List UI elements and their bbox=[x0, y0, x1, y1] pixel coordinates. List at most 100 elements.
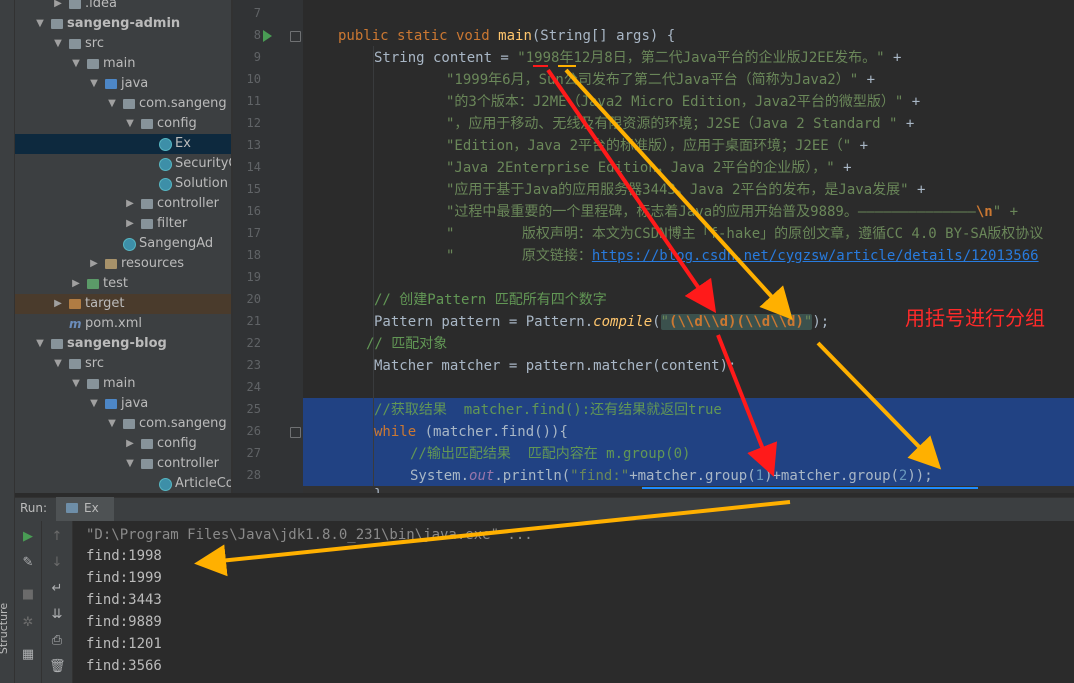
package-icon bbox=[141, 199, 153, 209]
chevron-down-icon[interactable]: ▼ bbox=[125, 114, 135, 134]
tree-item[interactable]: ▼ main bbox=[15, 54, 231, 74]
code-line-10: "1999年6月，Sun公司发布了第二代Java平台（简称为Java2）" + bbox=[446, 72, 876, 88]
line-number: 24 bbox=[246, 380, 261, 394]
arrow-up-icon[interactable]: ↑ bbox=[49, 529, 65, 545]
code-line-18: " 原文链接：https://blog.csdn.net/cygzsw/arti… bbox=[446, 248, 1039, 264]
structure-tool-tab[interactable]: Structure bbox=[0, 600, 14, 660]
code-line-12: "，应用于移动、无线及有限资源的环境；J2SE（Java 2 Standard … bbox=[446, 116, 915, 132]
console-toolbar: ↑ ↓ ↵ ⇊ ⎙ 🗑 bbox=[42, 521, 73, 683]
tree-item[interactable]: ▼ com.sangeng bbox=[15, 414, 231, 434]
arrow-down-icon[interactable]: ↓ bbox=[49, 555, 65, 571]
tree-item[interactable]: Ex bbox=[15, 134, 231, 154]
tree-item[interactable]: ▶ controller bbox=[15, 194, 231, 214]
trash-icon[interactable]: 🗑 bbox=[49, 659, 66, 675]
chevron-right-icon[interactable]: ▶ bbox=[53, 0, 63, 14]
chevron-down-icon[interactable]: ▼ bbox=[35, 14, 45, 34]
chevron-down-icon[interactable]: ▼ bbox=[35, 334, 45, 354]
code-line-21: Pattern pattern = Pattern.compile("(\\d\… bbox=[374, 314, 830, 330]
line-number: 13 bbox=[246, 138, 261, 152]
tree-item[interactable]: ▼ src bbox=[15, 354, 231, 374]
chevron-down-icon[interactable]: ▼ bbox=[89, 394, 99, 414]
tree-item[interactable]: ArticleCo bbox=[15, 474, 231, 493]
tree-item[interactable]: ▼ controller bbox=[15, 454, 231, 474]
tree-item[interactable]: ▶ resources bbox=[15, 254, 231, 274]
tree-item-label: Ex bbox=[175, 136, 191, 151]
tree-item[interactable]: SangengAd bbox=[15, 234, 231, 254]
stop-icon[interactable]: ■ bbox=[20, 587, 36, 603]
tree-item[interactable]: Solution bbox=[15, 174, 231, 194]
editor-gutter[interactable]: 7 8 9 10 11 12 13 14 15 16 17 18 19 20 21 22 23 24 25 26 27 2… bbox=[233, 0, 303, 493]
run-config-icon bbox=[66, 503, 78, 513]
left-tool-strip bbox=[0, 0, 15, 683]
chevron-down-icon[interactable]: ▼ bbox=[125, 454, 135, 474]
wrench-icon[interactable]: ✎ bbox=[20, 555, 36, 571]
fold-marker-icon[interactable] bbox=[290, 427, 301, 438]
run-main-icon[interactable] bbox=[263, 30, 272, 42]
code-line-23: Matcher matcher = pattern.matcher(conten… bbox=[374, 358, 737, 374]
tree-item[interactable]: ▶ test bbox=[15, 274, 231, 294]
tree-item[interactable]: ▼ java bbox=[15, 394, 231, 414]
tree-item[interactable]: ▶ .idea bbox=[15, 0, 231, 14]
tree-item-label: src bbox=[85, 356, 104, 371]
chevron-down-icon[interactable]: ▼ bbox=[53, 354, 63, 374]
chevron-right-icon[interactable]: ▶ bbox=[125, 194, 135, 214]
code-editor[interactable]: public static void main(String[] args) {… bbox=[303, 0, 1074, 493]
run-panel-header bbox=[15, 497, 1074, 522]
chevron-right-icon[interactable]: ▶ bbox=[125, 214, 135, 234]
rerun-icon[interactable]: ▶ bbox=[20, 529, 36, 545]
chevron-down-icon[interactable]: ▼ bbox=[107, 414, 117, 434]
tree-item[interactable]: ▼ main bbox=[15, 374, 231, 394]
regex-group-pattern: (\\d\\d)(\\d\\d) bbox=[669, 314, 804, 330]
chevron-right-icon[interactable]: ▶ bbox=[89, 254, 99, 274]
console-line: find:9889 bbox=[86, 614, 162, 630]
tree-item[interactable]: ▼ java bbox=[15, 74, 231, 94]
code-line-25: //获取结果 matcher.find():还有结果就返回true bbox=[374, 402, 722, 418]
java-class-icon bbox=[159, 158, 172, 171]
soft-wrap-icon[interactable]: ↵ bbox=[49, 581, 65, 597]
code-line-9: String content = "1998年12月8日，第二代Java平台的企… bbox=[374, 50, 902, 66]
code-line-15: "应用于基于Java的应用服务器3443。Java 2平台的发布，是Java发展… bbox=[446, 182, 926, 198]
chevron-down-icon[interactable]: ▼ bbox=[89, 74, 99, 94]
layout-icon[interactable]: ▦ bbox=[20, 647, 36, 663]
chevron-right-icon[interactable]: ▶ bbox=[53, 294, 63, 314]
project-tree[interactable]: ▶ .idea ▼ sangeng-admin ▼ src ▼ main ▼ java ▼ com.s… bbox=[15, 0, 231, 493]
fold-marker-icon[interactable] bbox=[290, 31, 301, 42]
tree-item[interactable]: ▼ config bbox=[15, 114, 231, 134]
tree-item[interactable]: ▶ config bbox=[15, 434, 231, 454]
code-line-20: // 创建Pattern 匹配所有四个数字 bbox=[374, 292, 607, 308]
chevron-down-icon[interactable]: ▼ bbox=[107, 94, 117, 114]
folder-icon bbox=[87, 379, 99, 389]
line-number: 8 bbox=[253, 28, 261, 42]
tree-item-label: ArticleCo bbox=[175, 476, 231, 491]
tree-item[interactable]: ▼ src bbox=[15, 34, 231, 54]
java-class-icon bbox=[123, 238, 136, 251]
tree-item[interactable]: ▼ sangeng-blog bbox=[15, 334, 231, 354]
gear-icon[interactable]: ✲ bbox=[20, 615, 36, 631]
package-icon bbox=[141, 119, 153, 129]
tree-item-label: com.sangeng bbox=[139, 96, 227, 111]
line-number: 12 bbox=[246, 116, 261, 130]
package-icon bbox=[141, 459, 153, 469]
tree-item[interactable]: ▼ com.sangeng bbox=[15, 94, 231, 114]
source-link[interactable]: https://blog.csdn.net/cygzsw/article/det… bbox=[592, 248, 1039, 264]
scroll-to-end-icon[interactable]: ⇊ bbox=[49, 607, 65, 623]
resources-folder-icon bbox=[105, 259, 117, 269]
line-number: 18 bbox=[246, 248, 261, 262]
tree-item[interactable]: ▼ sangeng-admin bbox=[15, 14, 231, 34]
tree-item[interactable]: ▶ filter bbox=[15, 214, 231, 234]
chevron-down-icon[interactable]: ▼ bbox=[71, 54, 81, 74]
tree-item-label: controller bbox=[157, 196, 220, 211]
print-icon[interactable]: ⎙ bbox=[49, 633, 65, 649]
tree-item[interactable]: m pom.xml bbox=[15, 314, 231, 334]
line-number: 26 bbox=[246, 424, 261, 438]
chevron-down-icon[interactable]: ▼ bbox=[53, 34, 63, 54]
package-icon bbox=[123, 99, 135, 109]
chevron-down-icon[interactable]: ▼ bbox=[71, 374, 81, 394]
console-line: find:3566 bbox=[86, 658, 162, 674]
tree-item[interactable]: ▶ target bbox=[15, 294, 231, 314]
tree-item[interactable]: SecurityC bbox=[15, 154, 231, 174]
chevron-right-icon[interactable]: ▶ bbox=[125, 434, 135, 454]
line-number: 27 bbox=[246, 446, 261, 460]
tree-item-label: config bbox=[157, 436, 197, 451]
chevron-right-icon[interactable]: ▶ bbox=[71, 274, 81, 294]
